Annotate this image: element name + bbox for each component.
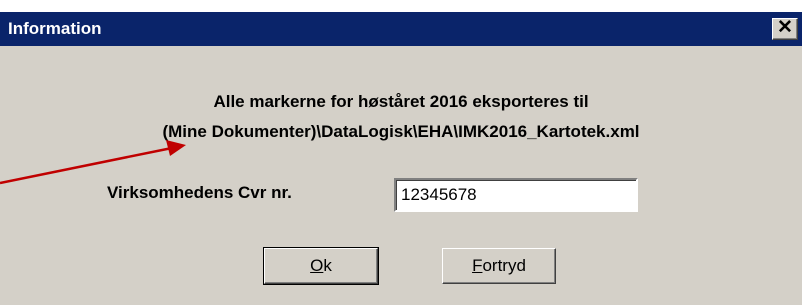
- message-line-2: (Mine Dokumenter)\DataLogisk\EHA\IMK2016…: [162, 122, 640, 141]
- close-icon[interactable]: ✕: [773, 17, 797, 39]
- cancel-mnemonic: F: [472, 256, 483, 275]
- cancel-button[interactable]: Fortryd: [442, 248, 556, 284]
- cvr-input[interactable]: [394, 178, 638, 212]
- ok-mnemonic: O: [310, 256, 324, 275]
- information-dialog: Information ✕ Alle markerne for høståret…: [0, 12, 802, 305]
- cancel-label-rest: ortryd: [482, 256, 526, 275]
- window-title: Information: [8, 19, 102, 38]
- ok-button[interactable]: Ok: [264, 248, 378, 284]
- ok-label-rest: k: [323, 256, 332, 275]
- title-bar: Information ✕: [0, 12, 802, 46]
- cvr-label: Virksomhedens Cvr nr.: [107, 183, 292, 202]
- message-line-1: Alle markerne for høståret 2016 eksporte…: [213, 92, 589, 111]
- close-button[interactable]: ✕: [772, 17, 798, 40]
